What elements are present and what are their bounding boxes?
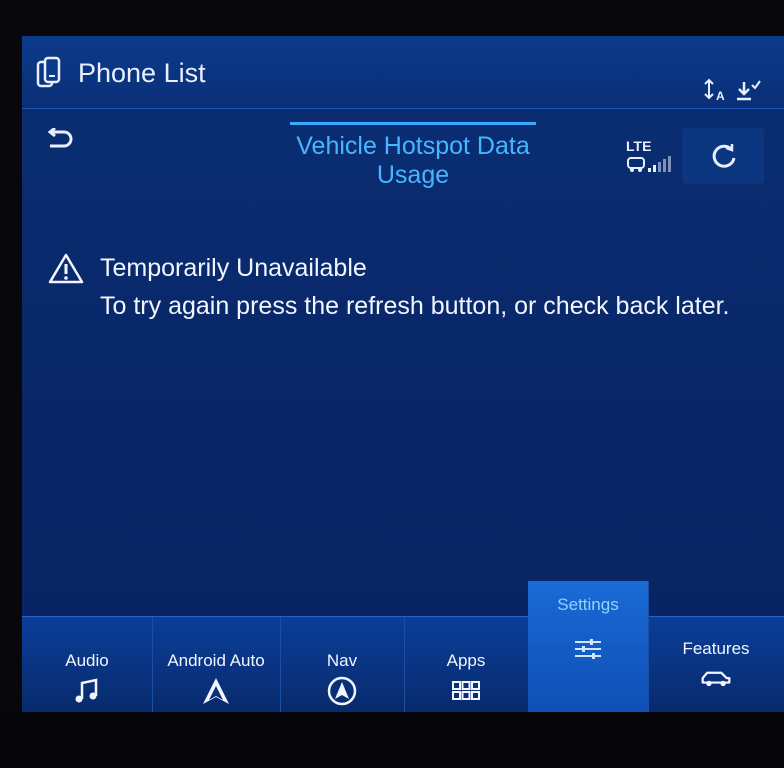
refresh-button[interactable] xyxy=(682,128,764,184)
error-title: Temporarily Unavailable xyxy=(100,254,367,282)
svg-text:A: A xyxy=(716,89,725,103)
bottom-nav-bar: Audio Android Auto Nav Apps Settings Fea… xyxy=(22,581,784,712)
top-bar: Phone List A xyxy=(22,36,784,109)
android-auto-icon xyxy=(203,678,229,704)
back-icon[interactable] xyxy=(42,128,74,152)
settings-sliders-icon xyxy=(575,639,601,659)
refresh-icon xyxy=(712,144,736,168)
nav-nav-label: Nav xyxy=(326,651,358,670)
nav-android-auto-label: Android Auto xyxy=(167,651,265,670)
lte-label: LTE xyxy=(626,138,652,154)
error-message: To try again press the refresh button, o… xyxy=(100,292,730,320)
nav-features[interactable]: Features xyxy=(648,617,784,712)
vehicle-icon xyxy=(701,671,731,687)
nav-audio[interactable]: Audio xyxy=(22,617,153,712)
nav-audio-label: Audio xyxy=(65,651,109,670)
phone-list-title[interactable]: Phone List xyxy=(78,58,206,89)
screen-bezel xyxy=(0,712,784,768)
phone-icon xyxy=(36,56,61,88)
nav-android-auto[interactable]: Android Auto xyxy=(152,617,281,712)
nav-settings[interactable]: Settings xyxy=(528,581,649,712)
sort-icon[interactable]: A xyxy=(702,76,730,104)
nav-features-label: Features xyxy=(682,639,750,658)
nav-settings-label: Settings xyxy=(557,595,619,614)
download-icon[interactable] xyxy=(734,76,762,104)
lte-signal-icon xyxy=(627,156,671,172)
navigation-icon xyxy=(327,676,357,706)
nav-apps[interactable]: Apps xyxy=(404,617,529,712)
warning-icon xyxy=(48,253,84,284)
title-accent-line xyxy=(290,122,536,125)
apps-grid-icon xyxy=(452,681,480,700)
music-note-icon xyxy=(75,678,98,703)
nav-nav[interactable]: Nav xyxy=(280,617,405,712)
page-title: Vehicle Hotspot Data Usage xyxy=(296,132,530,189)
nav-apps-label: Apps xyxy=(446,651,486,670)
infotainment-screen: Phone List A Vehicle Hotspot Data Usage … xyxy=(22,36,784,712)
